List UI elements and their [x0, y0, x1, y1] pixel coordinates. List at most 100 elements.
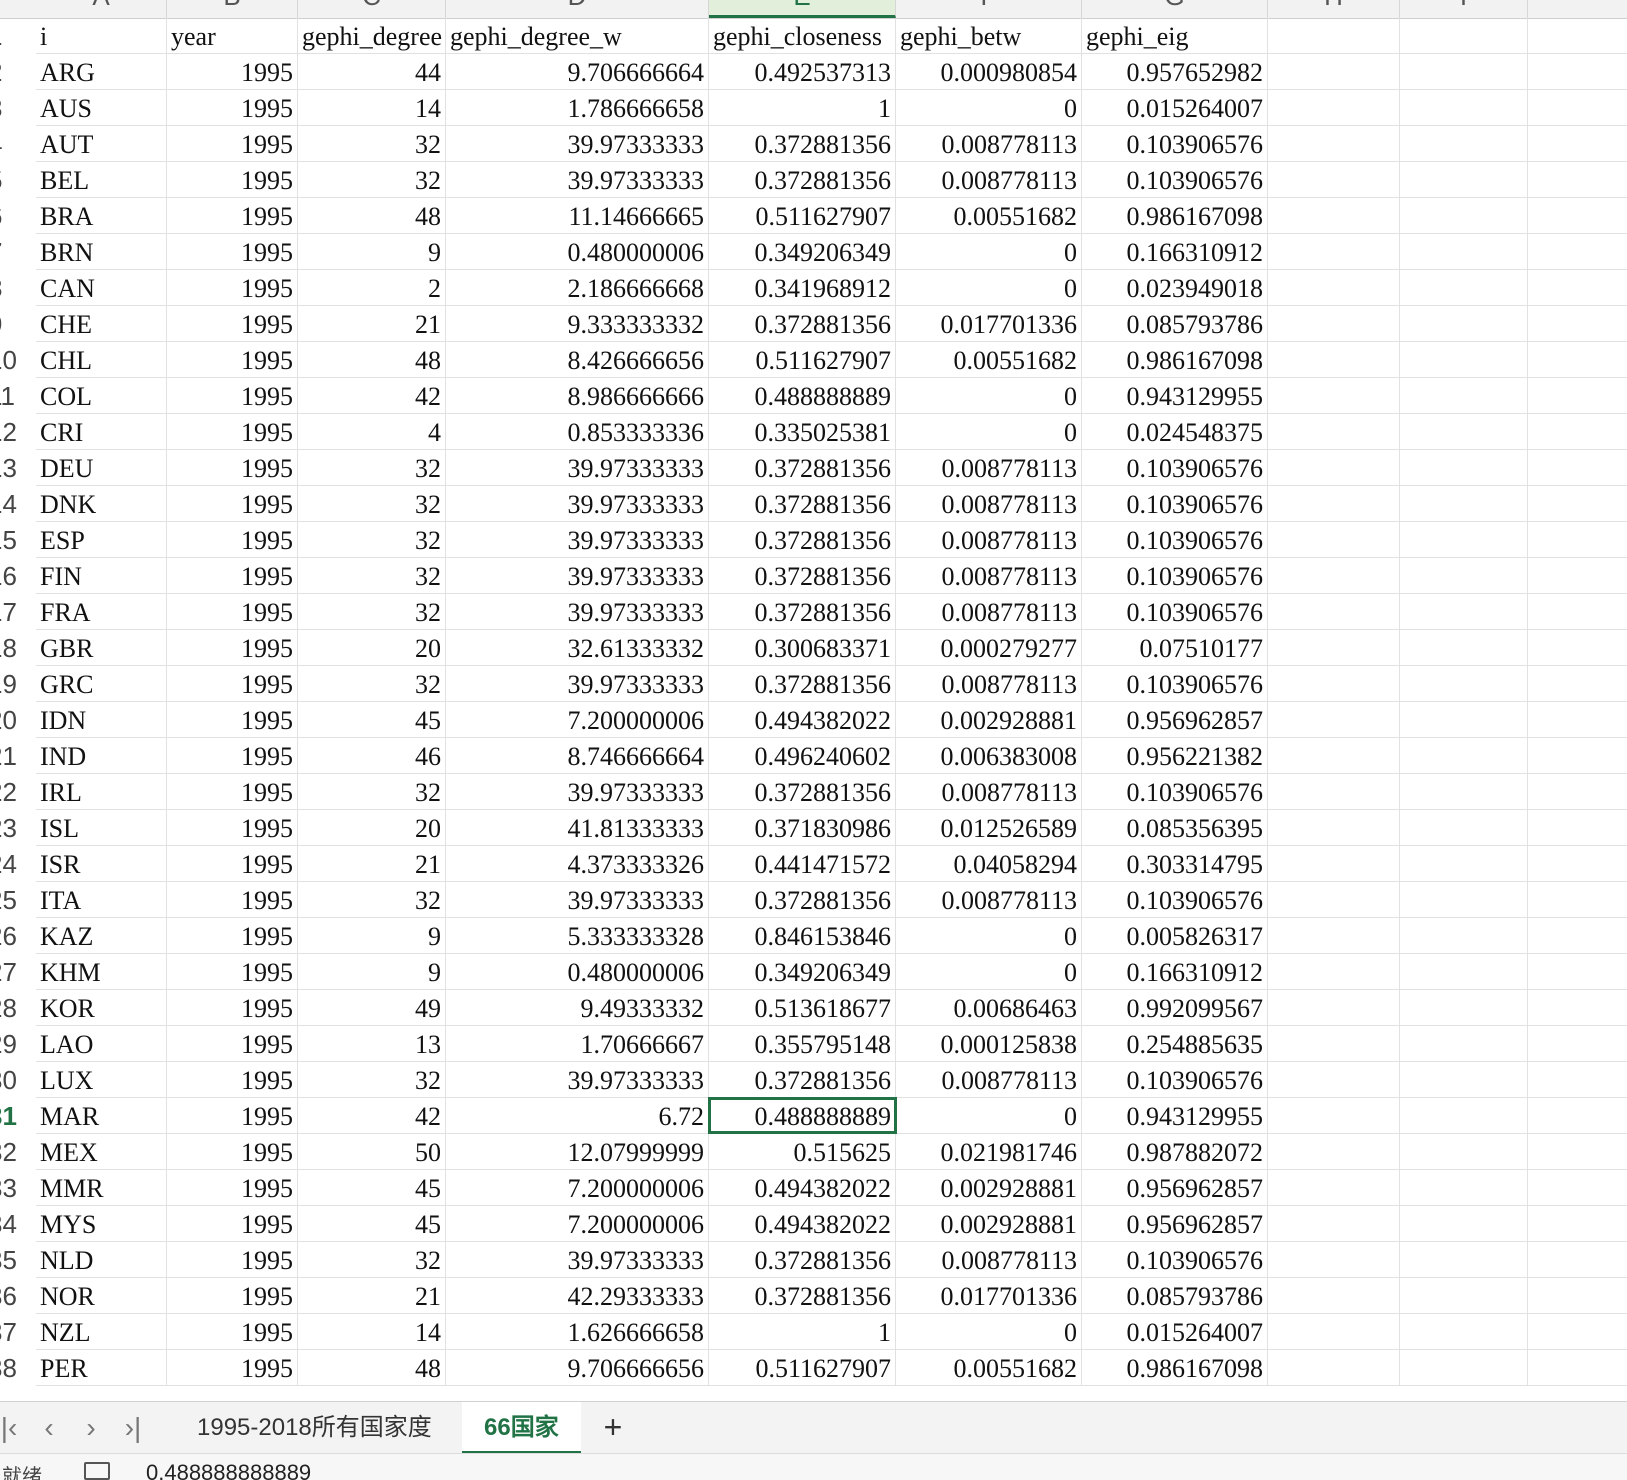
cell-I3[interactable]	[1400, 90, 1528, 125]
cell-G2[interactable]: 0.957652982	[1082, 54, 1268, 89]
cell-H24[interactable]	[1268, 846, 1400, 881]
cell-I7[interactable]	[1400, 234, 1528, 269]
cell-I36[interactable]	[1400, 1278, 1528, 1313]
row-header[interactable]: 1	[0, 18, 36, 54]
cell-I17[interactable]	[1400, 594, 1528, 629]
cell-H31[interactable]	[1268, 1098, 1400, 1133]
cell-C32[interactable]: 50	[298, 1134, 446, 1169]
cell-D7[interactable]: 0.480000006	[446, 234, 709, 269]
cell-B37[interactable]: 1995	[167, 1314, 298, 1349]
cell-G5[interactable]: 0.103906576	[1082, 162, 1268, 197]
cell-E15[interactable]: 0.372881356	[709, 522, 896, 557]
cell-E19[interactable]: 0.372881356	[709, 666, 896, 701]
cell-A25[interactable]: ITA	[36, 882, 167, 917]
sheet-tab-all-countries[interactable]: 1995-2018所有国家度	[175, 1402, 454, 1454]
cell-F1[interactable]: gephi_betw	[896, 18, 1082, 53]
cell-I23[interactable]	[1400, 810, 1528, 845]
cell-E20[interactable]: 0.494382022	[709, 702, 896, 737]
cell-A27[interactable]: KHM	[36, 954, 167, 989]
cell-I11[interactable]	[1400, 378, 1528, 413]
cell-C24[interactable]: 21	[298, 846, 446, 881]
cell-D16[interactable]: 39.97333333	[446, 558, 709, 593]
cell-G11[interactable]: 0.943129955	[1082, 378, 1268, 413]
cell-D23[interactable]: 41.81333333	[446, 810, 709, 845]
cell-A7[interactable]: BRN	[36, 234, 167, 269]
cell-G35[interactable]: 0.103906576	[1082, 1242, 1268, 1277]
cell-I15[interactable]	[1400, 522, 1528, 557]
cell-H36[interactable]	[1268, 1278, 1400, 1313]
cell-A14[interactable]: DNK	[36, 486, 167, 521]
cell-H4[interactable]	[1268, 126, 1400, 161]
cell-C2[interactable]: 44	[298, 54, 446, 89]
cell-C37[interactable]: 14	[298, 1314, 446, 1349]
cell-E35[interactable]: 0.372881356	[709, 1242, 896, 1277]
cell-B11[interactable]: 1995	[167, 378, 298, 413]
cell-A19[interactable]: GRC	[36, 666, 167, 701]
cell-A18[interactable]: GBR	[36, 630, 167, 665]
cell-D30[interactable]: 39.97333333	[446, 1062, 709, 1097]
cell-I18[interactable]	[1400, 630, 1528, 665]
cell-D4[interactable]: 39.97333333	[446, 126, 709, 161]
cell-H32[interactable]	[1268, 1134, 1400, 1169]
cell-E6[interactable]: 0.511627907	[709, 198, 896, 233]
cell-D19[interactable]: 39.97333333	[446, 666, 709, 701]
cell-E10[interactable]: 0.511627907	[709, 342, 896, 377]
column-header-C[interactable]: C	[298, 0, 446, 18]
row-header[interactable]: 2	[0, 54, 36, 90]
column-header-H[interactable]: H	[1268, 0, 1400, 18]
cell-I16[interactable]	[1400, 558, 1528, 593]
cell-F27[interactable]: 0	[896, 954, 1082, 989]
cell-I6[interactable]	[1400, 198, 1528, 233]
cell-A32[interactable]: MEX	[36, 1134, 167, 1169]
cell-G3[interactable]: 0.015264007	[1082, 90, 1268, 125]
row-header[interactable]: 22	[0, 774, 36, 810]
cell-B38[interactable]: 1995	[167, 1350, 298, 1385]
cell-F17[interactable]: 0.008778113	[896, 594, 1082, 629]
row-header[interactable]: 13	[0, 450, 36, 486]
cell-E37[interactable]: 1	[709, 1314, 896, 1349]
column-header-F[interactable]: F	[896, 0, 1082, 18]
cell-E24[interactable]: 0.441471572	[709, 846, 896, 881]
cell-D3[interactable]: 1.786666658	[446, 90, 709, 125]
cell-D15[interactable]: 39.97333333	[446, 522, 709, 557]
cell-F37[interactable]: 0	[896, 1314, 1082, 1349]
cell-A2[interactable]: ARG	[36, 54, 167, 89]
cell-C20[interactable]: 45	[298, 702, 446, 737]
cell-B20[interactable]: 1995	[167, 702, 298, 737]
row-header[interactable]: 32	[0, 1134, 36, 1170]
cell-H30[interactable]	[1268, 1062, 1400, 1097]
cell-H11[interactable]	[1268, 378, 1400, 413]
cell-G19[interactable]: 0.103906576	[1082, 666, 1268, 701]
cell-G23[interactable]: 0.085356395	[1082, 810, 1268, 845]
cell-B18[interactable]: 1995	[167, 630, 298, 665]
cell-E14[interactable]: 0.372881356	[709, 486, 896, 521]
cell-E33[interactable]: 0.494382022	[709, 1170, 896, 1205]
cell-G37[interactable]: 0.015264007	[1082, 1314, 1268, 1349]
cell-C28[interactable]: 49	[298, 990, 446, 1025]
row-header[interactable]: 20	[0, 702, 36, 738]
cell-B4[interactable]: 1995	[167, 126, 298, 161]
cell-C29[interactable]: 13	[298, 1026, 446, 1061]
cell-H2[interactable]	[1268, 54, 1400, 89]
row-header[interactable]: 6	[0, 198, 36, 234]
row-header[interactable]: 9	[0, 306, 36, 342]
cell-E27[interactable]: 0.349206349	[709, 954, 896, 989]
cell-A26[interactable]: KAZ	[36, 918, 167, 953]
cell-B12[interactable]: 1995	[167, 414, 298, 449]
row-header[interactable]: 24	[0, 846, 36, 882]
row-header[interactable]: 35	[0, 1242, 36, 1278]
cell-C21[interactable]: 46	[298, 738, 446, 773]
column-header-bar[interactable]: ABCDEFGHI	[0, 0, 1627, 19]
cell-D31[interactable]: 6.72	[446, 1098, 709, 1133]
cell-A30[interactable]: LUX	[36, 1062, 167, 1097]
cell-C8[interactable]: 2	[298, 270, 446, 305]
cell-B33[interactable]: 1995	[167, 1170, 298, 1205]
cell-I13[interactable]	[1400, 450, 1528, 485]
row-header[interactable]: 4	[0, 126, 36, 162]
cell-E26[interactable]: 0.846153846	[709, 918, 896, 953]
cell-I26[interactable]	[1400, 918, 1528, 953]
cell-G34[interactable]: 0.956962857	[1082, 1206, 1268, 1241]
cell-G38[interactable]: 0.986167098	[1082, 1350, 1268, 1385]
cell-C35[interactable]: 32	[298, 1242, 446, 1277]
cell-G33[interactable]: 0.956962857	[1082, 1170, 1268, 1205]
